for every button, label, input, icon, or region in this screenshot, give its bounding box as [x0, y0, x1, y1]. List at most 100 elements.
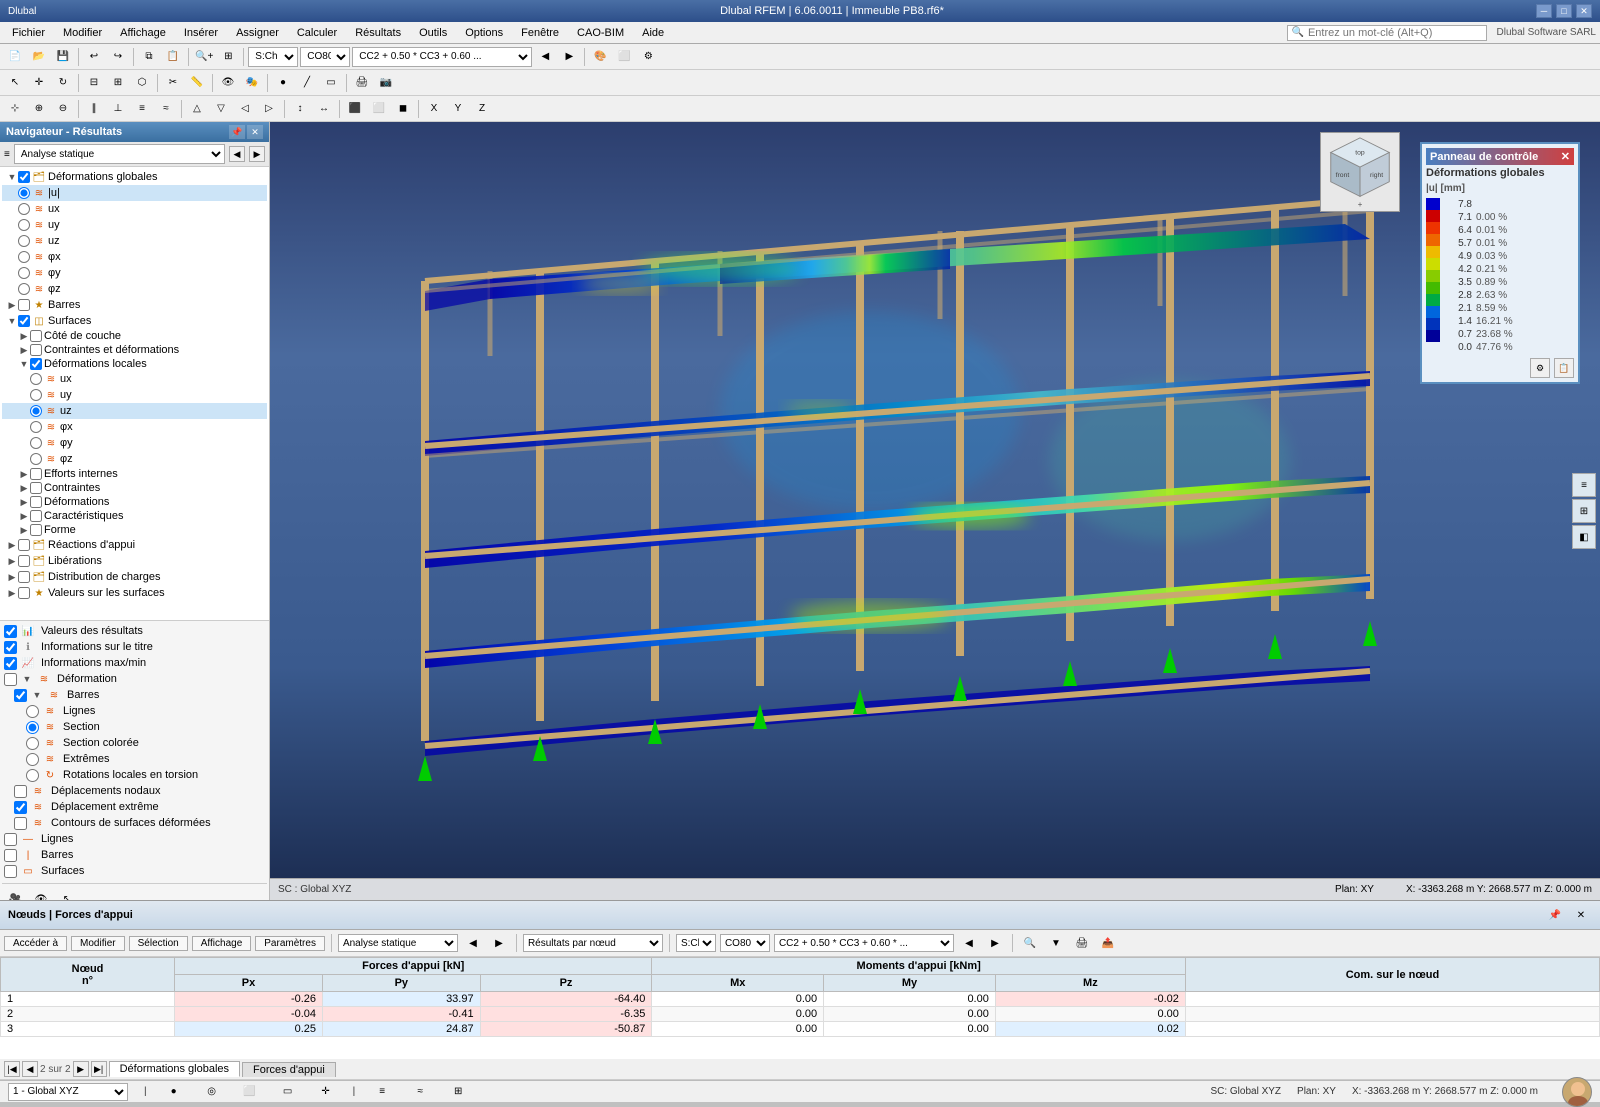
- radio-phix[interactable]: [18, 251, 30, 263]
- nav-eye-icon[interactable]: 👁: [30, 888, 52, 900]
- bt-cc-next-button[interactable]: ▶: [984, 932, 1006, 954]
- tree-item-ux[interactable]: ≋ ux: [2, 201, 267, 217]
- radio-local-phix[interactable]: [30, 421, 42, 433]
- expand-barres-sub[interactable]: ▼: [31, 690, 43, 700]
- check-reactions[interactable]: [18, 539, 30, 551]
- nav-bottom-item-valeurs[interactable]: 📊 Valeurs des résultats: [2, 623, 267, 639]
- tree-item-surfaces[interactable]: ▼ ◫ Surfaces: [2, 313, 267, 329]
- check-lignes2[interactable]: [4, 833, 17, 846]
- tree-item-caracteristiques[interactable]: ▶ Caractéristiques: [2, 509, 267, 523]
- bt-co-combo[interactable]: CO80: [720, 934, 770, 952]
- check-surfaces[interactable]: [18, 315, 30, 327]
- section-cut[interactable]: ✂: [162, 72, 184, 94]
- tab-last-button[interactable]: ▶|: [91, 1061, 107, 1077]
- bt-prev-button[interactable]: ◀: [462, 932, 484, 954]
- menu-inserer[interactable]: Insérer: [176, 25, 226, 41]
- tree-item-deformations[interactable]: ▶ Déformations: [2, 495, 267, 509]
- menu-options[interactable]: Options: [457, 25, 511, 41]
- bt-sch-combo[interactable]: S:Ch: [676, 934, 716, 952]
- tb3-btn3[interactable]: ⊖: [52, 98, 74, 120]
- tree-item-phix[interactable]: ≋ φx: [2, 249, 267, 265]
- status-btn-4[interactable]: ▭: [277, 1081, 299, 1103]
- search-box[interactable]: 🔍: [1287, 25, 1487, 41]
- nav-bottom-item-deformation[interactable]: ▼ ≋ Déformation: [2, 671, 267, 687]
- menu-cao[interactable]: CAO-BIM: [569, 25, 632, 41]
- render-button[interactable]: 🎨: [589, 46, 611, 68]
- check-barres2[interactable]: [4, 849, 17, 862]
- bt-print-button[interactable]: 🖨: [1071, 932, 1093, 954]
- select-button[interactable]: ↖: [4, 72, 26, 94]
- check-contraintes-def[interactable]: [30, 344, 42, 356]
- check-forme[interactable]: [30, 524, 42, 536]
- radio-local-phiy[interactable]: [30, 437, 42, 449]
- cp-settings-button[interactable]: ⚙: [1530, 358, 1550, 378]
- radio-lignes[interactable]: [26, 705, 39, 718]
- expand-valeurs-surfaces[interactable]: ▶: [6, 588, 18, 599]
- tb3-btn2[interactable]: ⊕: [28, 98, 50, 120]
- nav-close-button[interactable]: ✕: [247, 125, 263, 139]
- radio-phiz[interactable]: [18, 283, 30, 295]
- cp-export-button[interactable]: 📋: [1554, 358, 1574, 378]
- check-depl-extreme[interactable]: [14, 801, 27, 814]
- node-button[interactable]: ●: [272, 72, 294, 94]
- check-info-titre[interactable]: [4, 641, 17, 654]
- status-btn-5[interactable]: ✛: [315, 1081, 337, 1103]
- color-button[interactable]: 🎭: [241, 72, 263, 94]
- nav-bottom-item-section[interactable]: ≋ Section: [2, 719, 267, 735]
- selection-button[interactable]: Sélection: [129, 936, 188, 951]
- nav-bottom-item-rotations[interactable]: ↻ Rotations locales en torsion: [2, 767, 267, 783]
- menu-fichier[interactable]: Fichier: [4, 25, 53, 41]
- radio-section-coloree[interactable]: [26, 737, 39, 750]
- view-3d[interactable]: ⬡: [131, 72, 153, 94]
- check-distribution[interactable]: [18, 571, 30, 583]
- check-caracteristiques[interactable]: [30, 510, 42, 522]
- analysis-select[interactable]: Analyse statique: [14, 144, 225, 164]
- status-btn-1[interactable]: ●: [163, 1081, 185, 1103]
- expand-contraintes-def[interactable]: ▶: [18, 345, 30, 356]
- check-efforts[interactable]: [30, 468, 42, 480]
- tb3-btn15[interactable]: ⬜: [368, 98, 390, 120]
- tree-item-local-phix[interactable]: ≋ φx: [2, 419, 267, 435]
- tree-item-def-locales[interactable]: ▼ Déformations locales: [2, 357, 267, 371]
- expand-caracteristiques[interactable]: ▶: [18, 511, 30, 522]
- table-row[interactable]: 3 0.25 24.87 -50.87 0.00 0.00 0.02: [1, 1022, 1600, 1037]
- tab-forces-appui[interactable]: Forces d'appui: [242, 1062, 336, 1077]
- tree-item-liberations[interactable]: ▶ 🗂 Libérations: [2, 553, 267, 569]
- check-depl-nodaux[interactable]: [14, 785, 27, 798]
- tab-deformations-globales[interactable]: Déformations globales: [109, 1061, 240, 1077]
- radio-phiy[interactable]: [18, 267, 30, 279]
- nav-bottom-item-depl-nodaux[interactable]: ≋ Déplacements nodaux: [2, 783, 267, 799]
- tb3-btn8[interactable]: △: [186, 98, 208, 120]
- tree-item-local-ux[interactable]: ≋ ux: [2, 371, 267, 387]
- tb3-btn18[interactable]: Y: [447, 98, 469, 120]
- bottom-panel-close-button[interactable]: ✕: [1570, 904, 1592, 926]
- vp-btn-1[interactable]: ≡: [1572, 473, 1596, 497]
- table-row[interactable]: 2 -0.04 -0.41 -6.35 0.00 0.00 0.00: [1, 1007, 1600, 1022]
- tb3-btn1[interactable]: ⊹: [4, 98, 26, 120]
- radio-local-phiz[interactable]: [30, 453, 42, 465]
- check-valeurs-resultats[interactable]: [4, 625, 17, 638]
- expand-liberations[interactable]: ▶: [6, 556, 18, 567]
- tb3-btn19[interactable]: Z: [471, 98, 493, 120]
- tb3-btn7[interactable]: ≈: [155, 98, 177, 120]
- tb3-btn14[interactable]: ⬛: [344, 98, 366, 120]
- copy-button[interactable]: ⧉: [138, 46, 160, 68]
- co-combo[interactable]: CO80: [300, 47, 350, 67]
- check-def-globales[interactable]: [18, 171, 30, 183]
- radio-extremes[interactable]: [26, 753, 39, 766]
- bt-search-button[interactable]: 🔍: [1019, 932, 1041, 954]
- affichage-button[interactable]: Affichage: [192, 936, 252, 951]
- tree-item-phiy[interactable]: ≋ φy: [2, 265, 267, 281]
- line-button[interactable]: ╱: [296, 72, 318, 94]
- nav-bottom-item-section-coloree[interactable]: ≋ Section colorée: [2, 735, 267, 751]
- wireframe-button[interactable]: ⬜: [613, 46, 635, 68]
- new-button[interactable]: 📄: [4, 46, 26, 68]
- menu-outils[interactable]: Outils: [411, 25, 455, 41]
- menu-modifier[interactable]: Modifier: [55, 25, 110, 41]
- tree-item-forme[interactable]: ▶ Forme: [2, 523, 267, 537]
- radio-section[interactable]: [26, 721, 39, 734]
- expand-deformation[interactable]: ▼: [21, 674, 33, 684]
- radio-u-abs[interactable]: [18, 187, 30, 199]
- analysis-prev-button[interactable]: ◀: [229, 146, 245, 162]
- tree-item-efforts[interactable]: ▶ Efforts internes: [2, 467, 267, 481]
